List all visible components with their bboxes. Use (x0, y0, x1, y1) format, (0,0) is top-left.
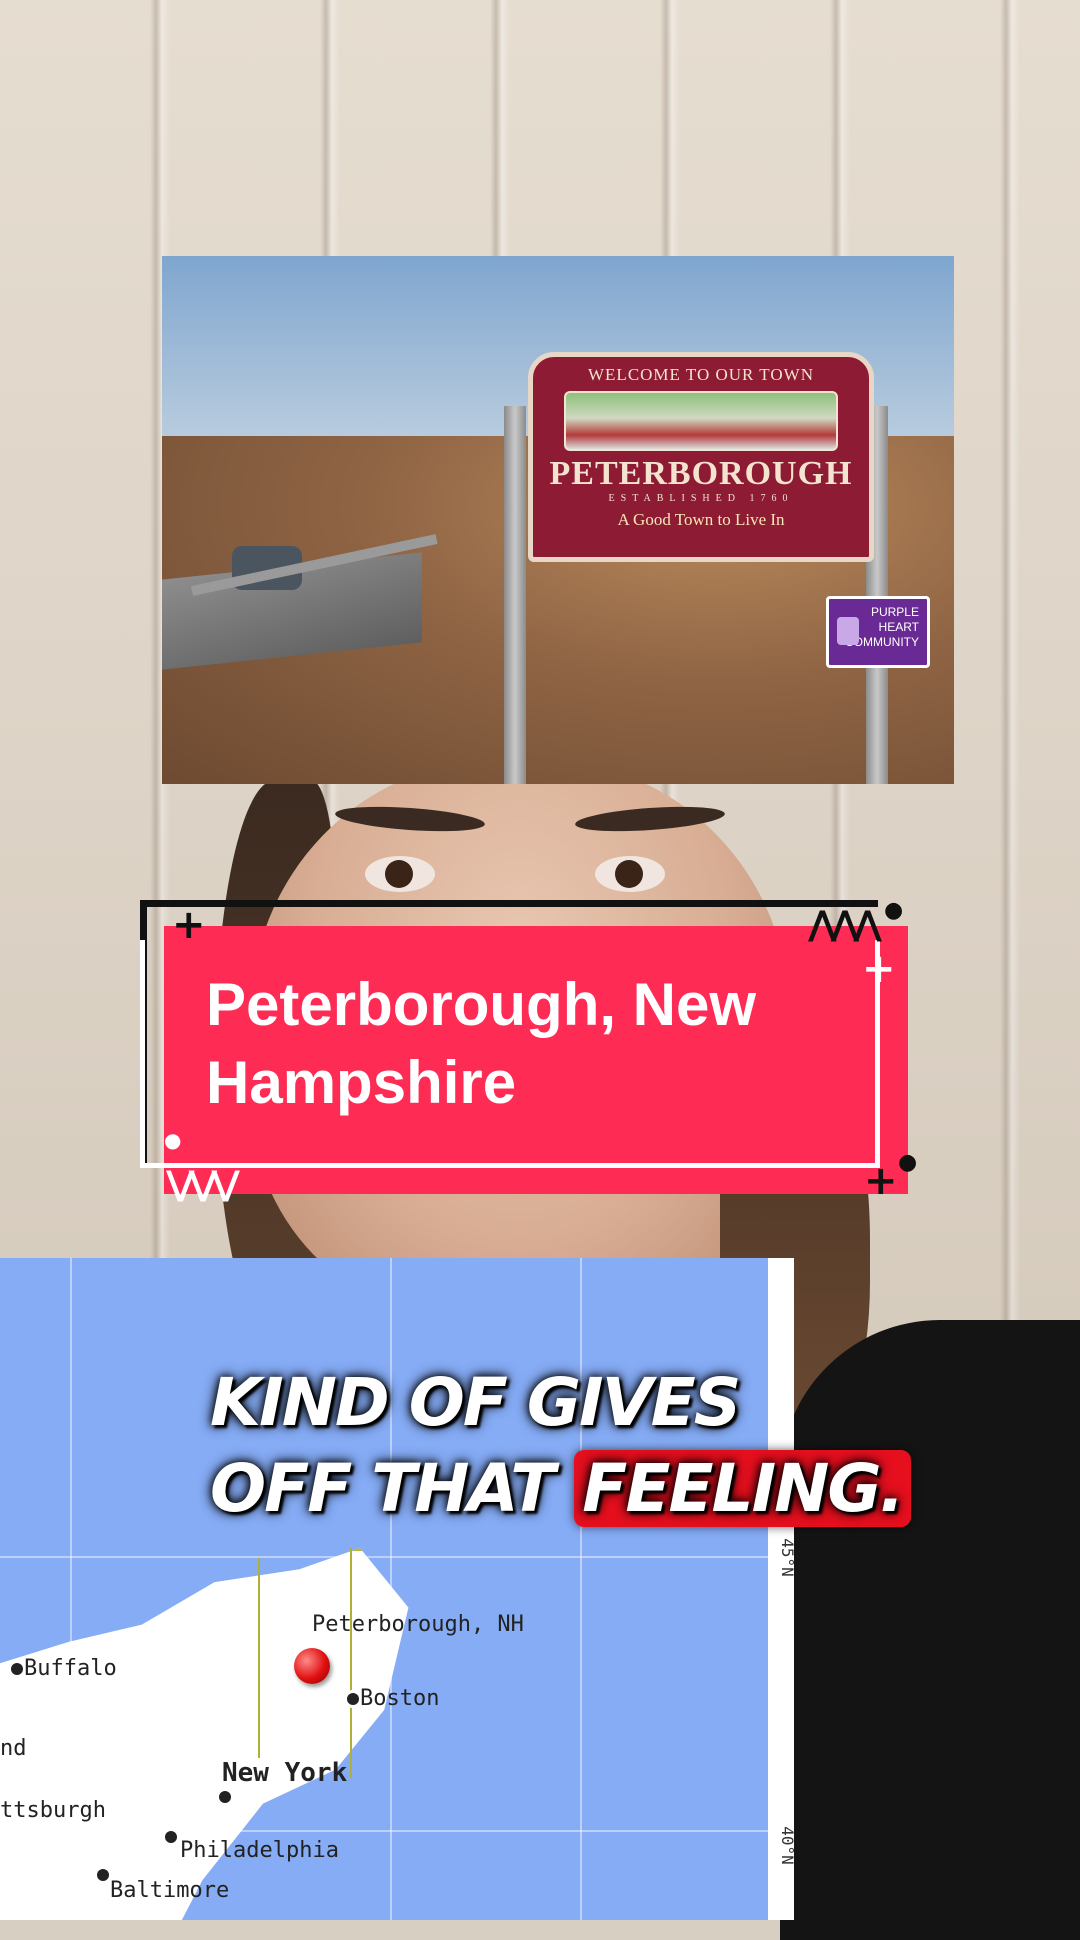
map-grid-line (580, 1258, 582, 1920)
location-title: Peterborough, New Hampshire (206, 971, 757, 1116)
town-sign-photo: WELCOME TO OUR TOWN PETERBOROUGH ESTABLI… (162, 256, 954, 784)
purple-heart-sign: PURPLE HEART COMMUNITY (826, 596, 930, 668)
dot-icon: ● (884, 898, 904, 923)
state-border (258, 1558, 260, 1758)
caption-line-2: OFF THAT FEELING. (210, 1446, 930, 1532)
state-border (350, 1548, 352, 1778)
dot-icon: ● (164, 1128, 182, 1152)
sign-town-illustration (564, 391, 838, 451)
marker-label: Peterborough, NH (312, 1612, 524, 1637)
location-marker (294, 1648, 330, 1684)
map-grid-line (0, 1556, 794, 1558)
eye (595, 856, 665, 892)
caption-plain: OFF THAT (210, 1450, 555, 1527)
northeast-map (0, 1258, 794, 1920)
city-dot (216, 1788, 234, 1806)
sign-post (504, 406, 526, 784)
map-landmass (0, 1548, 409, 1920)
city-label-buffalo: Buffalo (24, 1656, 117, 1681)
city-dot (162, 1828, 180, 1846)
city-label-partial: ttsburgh (0, 1798, 106, 1823)
town-welcome-sign: WELCOME TO OUR TOWN PETERBOROUGH ESTABLI… (528, 352, 874, 562)
map-edge (768, 1258, 794, 1920)
latitude-label: 45°N (777, 1538, 797, 1577)
purple-heart-icon (837, 617, 859, 645)
eye (365, 856, 435, 892)
city-label-boston: Boston (360, 1686, 440, 1711)
city-label-baltimore: Baltimore (110, 1878, 230, 1903)
plus-icon: + (862, 946, 896, 992)
caption-highlight: FEELING. (574, 1450, 911, 1527)
sign-established: ESTABLISHED 1760 (608, 493, 794, 504)
latitude-label: 40°N (777, 1826, 797, 1865)
caption-line-1: KIND OF GIVES (210, 1364, 741, 1441)
zigzag-icon: ⋀⋀⋀ (808, 904, 882, 944)
dot-icon: ● (898, 1150, 918, 1175)
caption: KIND OF GIVES OFF THAT FEELING. (210, 1360, 930, 1532)
zigzag-icon: ⋁⋁⋁ (166, 1164, 240, 1204)
sign-tagline: A Good Town to Live In (617, 510, 785, 529)
plus-icon: + (172, 902, 206, 948)
city-label-new-york: New York (222, 1758, 348, 1788)
sign-town-name: PETERBOROUGH (549, 455, 853, 492)
city-label-philadelphia: Philadelphia (180, 1838, 339, 1863)
plus-icon: + (864, 1158, 898, 1204)
sign-welcome-text: WELCOME TO OUR TOWN (588, 365, 814, 384)
city-label-partial: nd (0, 1736, 27, 1761)
